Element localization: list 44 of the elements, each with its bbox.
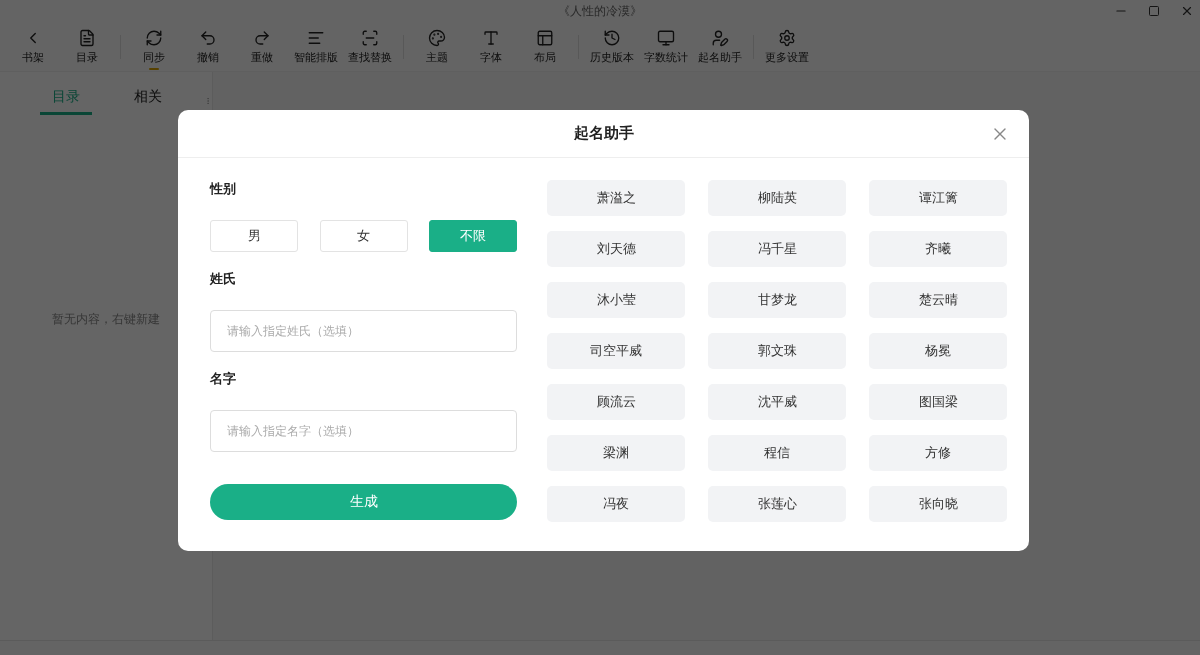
gender-option[interactable]: 女 — [319, 220, 408, 252]
field-label: 名字 — [210, 370, 237, 388]
undo-icon — [199, 28, 217, 47]
palette-icon — [428, 28, 446, 47]
name-suggestion[interactable]: 杨冕 — [869, 333, 1007, 369]
name-suggestion[interactable]: 齐曦 — [869, 231, 1007, 267]
scan-icon — [361, 28, 379, 47]
gender-option[interactable]: 男 — [210, 220, 298, 252]
redo-icon — [253, 28, 271, 47]
name-suggestion[interactable]: 程信 — [708, 435, 846, 471]
name-suggestion[interactable]: 冯千星 — [708, 231, 846, 267]
name-suggestion[interactable]: 司空平威 — [547, 333, 685, 369]
name-suggestion[interactable]: 顾流云 — [547, 384, 685, 420]
name-suggestion[interactable]: 沐小莹 — [547, 282, 685, 318]
name-suggestion[interactable]: 图国梁 — [869, 384, 1007, 420]
field-label: 性别 — [210, 180, 237, 198]
field-label: 姓氏 — [210, 270, 237, 288]
close-icon[interactable] — [1180, 4, 1194, 18]
name-suggestion[interactable]: 楚云晴 — [869, 282, 1007, 318]
name-suggestion[interactable]: 沈平威 — [708, 384, 846, 420]
name-suggestion[interactable]: 张莲心 — [708, 486, 846, 522]
surname-field[interactable]: 请输入指定姓氏（选填） — [210, 310, 517, 352]
name-suggestion[interactable]: 柳陆英 — [708, 180, 846, 216]
name-suggestion[interactable]: 甘梦龙 — [708, 282, 846, 318]
maximize-icon[interactable] — [1148, 5, 1160, 17]
name-suggestion[interactable]: 冯夜 — [547, 486, 685, 522]
name-suggestion[interactable]: 张向晓 — [869, 486, 1007, 522]
font-icon — [482, 28, 500, 47]
name-suggestion[interactable]: 谭江篱 — [869, 180, 1007, 216]
history-icon — [603, 28, 621, 47]
name-suggestion[interactable]: 梁渊 — [547, 435, 685, 471]
dialog-title: 起名助手 — [573, 124, 634, 143]
settings-icon — [778, 28, 796, 47]
name-suggestion[interactable]: 萧溢之 — [547, 180, 685, 216]
sync-icon — [145, 28, 163, 47]
name-suggestion[interactable]: 刘天德 — [547, 231, 685, 267]
name-suggestion[interactable]: 方修 — [869, 435, 1007, 471]
given-name-field[interactable]: 请输入指定名字（选填） — [210, 410, 517, 452]
document-icon — [78, 28, 96, 47]
name-suggestion[interactable]: 郭文珠 — [708, 333, 846, 369]
monitor-icon — [657, 28, 675, 47]
user-pen-icon — [711, 28, 729, 47]
sync-indicator — [149, 67, 159, 70]
layout-icon — [536, 28, 554, 47]
